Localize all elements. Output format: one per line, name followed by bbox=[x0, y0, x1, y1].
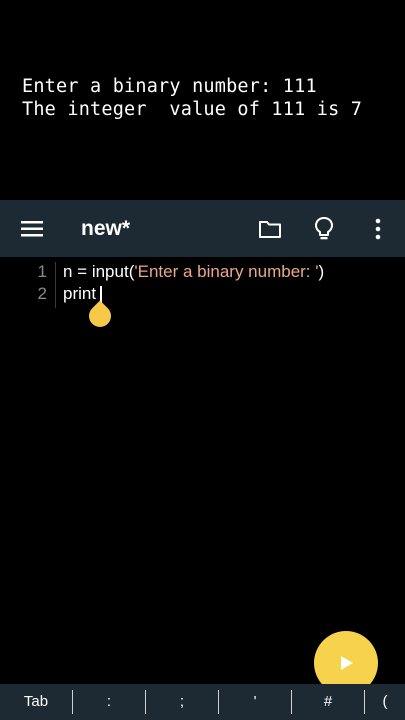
console-line: Enter a binary number: 111 bbox=[22, 76, 317, 97]
menu-icon bbox=[21, 220, 43, 236]
gutter-divider bbox=[55, 262, 56, 308]
open-folder-button[interactable] bbox=[250, 200, 290, 257]
key-hash[interactable]: # bbox=[292, 684, 364, 720]
code-token: print bbox=[63, 284, 97, 303]
hint-button[interactable] bbox=[304, 200, 344, 257]
code-token: n = input( bbox=[63, 262, 135, 281]
console-output: Enter a binary number: 111 The integer v… bbox=[0, 0, 405, 200]
line-number: 2 bbox=[37, 284, 47, 303]
folder-icon bbox=[259, 220, 281, 238]
key-paren[interactable]: ( bbox=[365, 684, 405, 720]
more-vert-icon bbox=[375, 218, 381, 239]
menu-button[interactable] bbox=[12, 200, 52, 257]
editor-toolbar: new* bbox=[0, 200, 405, 257]
key-tab[interactable]: Tab bbox=[0, 684, 72, 720]
more-options-button[interactable] bbox=[358, 200, 398, 257]
console-line: The integer value of 111 is 7 bbox=[22, 99, 363, 120]
key-quote[interactable]: ' bbox=[219, 684, 291, 720]
file-title: new* bbox=[81, 217, 131, 240]
string-token: 'Enter a binary number: ' bbox=[134, 262, 319, 281]
lightbulb-icon bbox=[315, 216, 333, 239]
key-semicolon[interactable]: ; bbox=[146, 684, 218, 720]
key-colon[interactable]: : bbox=[73, 684, 145, 720]
code-line[interactable]: print bbox=[63, 284, 96, 304]
cursor-handle[interactable] bbox=[84, 300, 116, 332]
code-editor[interactable]: 1 2 n = input('Enter a binary number: ')… bbox=[0, 257, 405, 684]
line-number: 1 bbox=[37, 262, 47, 281]
line-number-gutter: 1 2 bbox=[0, 257, 55, 684]
extra-keys-bar: Tab : ; ' # ( bbox=[0, 684, 405, 720]
play-icon bbox=[341, 656, 353, 670]
code-line[interactable]: n = input('Enter a binary number: ') bbox=[63, 262, 324, 282]
code-token: ) bbox=[318, 262, 325, 281]
